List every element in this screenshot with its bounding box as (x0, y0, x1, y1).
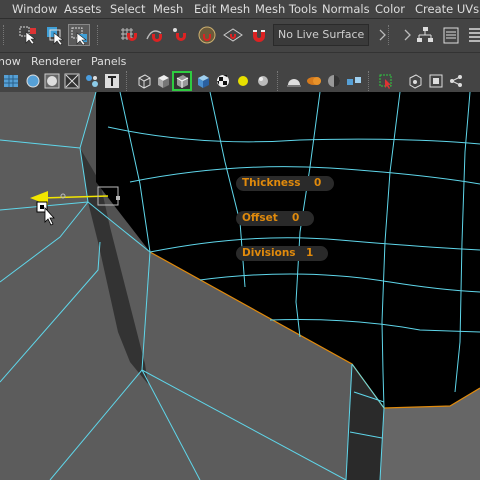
panel-menu-panels[interactable]: Panels (91, 55, 126, 68)
render-settings-icon[interactable] (440, 24, 462, 46)
use-all-lights-icon[interactable] (235, 73, 251, 89)
offset-label: Offset (242, 212, 278, 224)
text-icon[interactable] (104, 73, 120, 89)
checker-texture-icon[interactable] (215, 73, 231, 89)
default-material-icon[interactable] (195, 73, 211, 89)
toolbar-separator (126, 71, 129, 91)
backface-culling-icon[interactable] (64, 73, 80, 89)
motion-blur-icon[interactable] (306, 73, 322, 89)
panel-menu-show[interactable]: how (0, 55, 21, 68)
divisions-slider[interactable]: Divisions 1 (236, 246, 328, 261)
divisions-value: 1 (306, 247, 314, 259)
menu-normals[interactable]: Normals (322, 2, 370, 16)
toolbar-separator (277, 71, 280, 91)
wireframe-cube-icon[interactable] (136, 73, 152, 89)
menu-create-uvs[interactable]: Create UVs (415, 2, 479, 16)
grid-icon[interactable] (3, 73, 19, 89)
shadows-icon[interactable] (255, 73, 271, 89)
thickness-label: Thickness (242, 177, 301, 189)
menu-mesh-tools[interactable]: Mesh Tools (255, 2, 317, 16)
panel-menubar: how Renderer Panels (0, 53, 480, 70)
xray-icon[interactable] (25, 73, 41, 89)
center-dot (116, 196, 120, 200)
snap-to-view-plane-icon[interactable] (222, 24, 244, 46)
depth-of-field-icon[interactable] (346, 73, 362, 89)
offset-slider[interactable]: Offset 0 (236, 211, 314, 226)
select-by-component-icon[interactable] (68, 24, 90, 46)
live-surface-field[interactable]: No Live Surface (273, 24, 369, 46)
viewport-scene (0, 92, 480, 480)
make-live-icon[interactable] (248, 24, 270, 46)
select-by-object-icon[interactable] (44, 24, 66, 46)
snap-to-point-icon[interactable] (169, 24, 191, 46)
menu-color[interactable]: Color (375, 2, 405, 16)
share-icon[interactable] (448, 73, 464, 89)
snap-to-grid-icon[interactable] (117, 24, 139, 46)
render-hierarchy-icon[interactable] (414, 24, 436, 46)
menu-assets[interactable]: Assets (64, 2, 101, 16)
xray-joints-icon[interactable] (407, 73, 423, 89)
select-by-hierarchy-icon[interactable] (17, 24, 39, 46)
snap-to-projected-center-icon[interactable] (196, 24, 218, 46)
shelf-separator (97, 25, 100, 45)
xray-active-icon[interactable] (428, 73, 444, 89)
thickness-value: 0 (314, 177, 322, 189)
shelf-separator (388, 25, 391, 45)
screen-space-ao-icon[interactable] (286, 73, 302, 89)
chevron-right-icon[interactable] (397, 24, 411, 46)
menu-window[interactable]: Window (12, 2, 57, 16)
menu-edit-mesh[interactable]: Edit Mesh (194, 2, 250, 16)
menu-select[interactable]: Select (110, 2, 145, 16)
shaded-cube-icon[interactable] (155, 73, 171, 89)
textured-icon[interactable] (84, 73, 100, 89)
wireframe-shaded-icon[interactable] (44, 73, 60, 89)
shelf-separator (3, 25, 6, 45)
offset-value: 0 (292, 212, 300, 224)
panel-menu-renderer[interactable]: Renderer (31, 55, 81, 68)
viewport-3d[interactable]: Thickness 0 Offset 0 Divisions 1 (0, 92, 480, 480)
status-line: No Live Surface (0, 19, 480, 53)
main-menubar: Window Assets Select Mesh Edit Mesh Mesh… (0, 0, 480, 19)
wireframe-on-shaded-icon[interactable] (172, 71, 192, 91)
multisample-aa-icon[interactable] (326, 73, 342, 89)
toolbar-separator (368, 71, 371, 91)
panel-toolbar (0, 70, 480, 93)
divisions-label: Divisions (242, 247, 296, 259)
thickness-slider[interactable]: Thickness 0 (236, 176, 334, 191)
isolate-select-icon[interactable] (378, 73, 394, 89)
snap-to-curve-icon[interactable] (144, 24, 166, 46)
menu-mesh[interactable]: Mesh (153, 2, 183, 16)
chevron-right-icon[interactable] (372, 24, 386, 46)
panel-settings-icon[interactable] (464, 24, 480, 46)
